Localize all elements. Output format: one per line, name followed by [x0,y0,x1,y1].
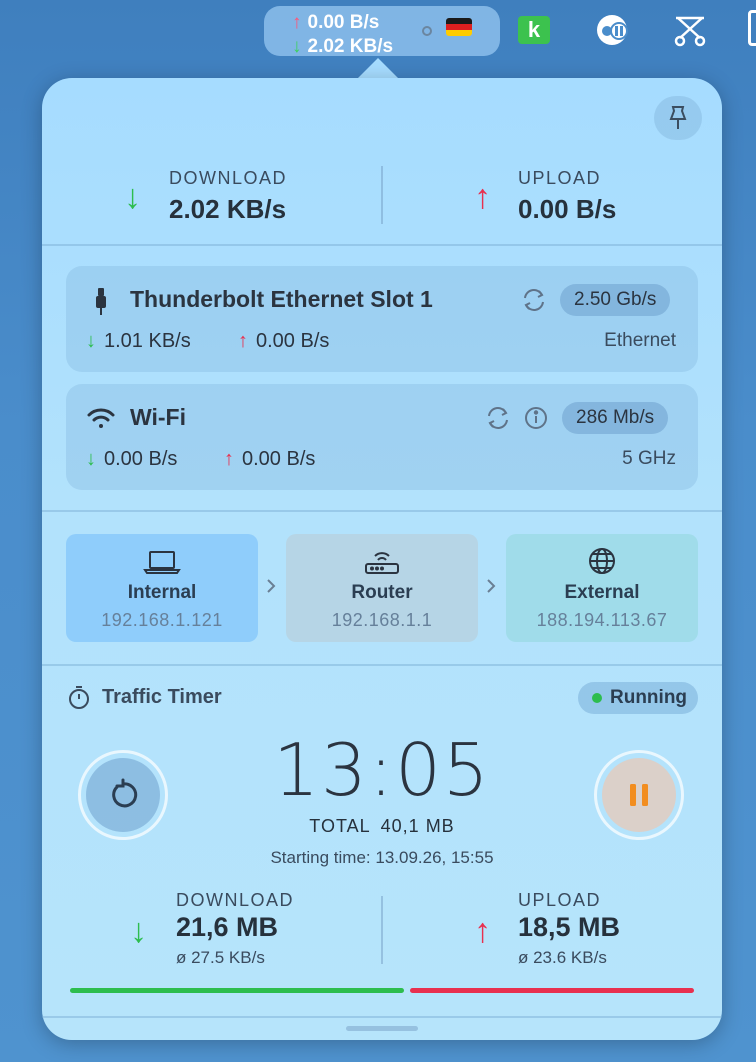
ethernet-cable-icon [86,286,116,316]
path-node-ip: 188.194.113.67 [536,610,668,630]
pin-button[interactable] [654,96,702,140]
menu-bar: ↑ 0.00 B/s ↓ 2.02 KB/s k [0,0,756,60]
summary-divider [381,166,383,224]
interface-upload-rate: ↑ 0.00 B/s [238,330,330,352]
chevron-right-icon [264,576,278,596]
timer-divider [381,896,383,964]
timer-upload-average: ø 23.6 KB/s [518,948,607,967]
start-time: Starting time: 13.09.26, 15:55 [270,848,494,867]
status-ring-icon [422,26,432,36]
running-dot-icon [592,693,602,703]
interface-name: Thunderbolt Ethernet Slot 1 [130,286,433,312]
status-badge: Running [578,682,698,714]
download-speed: 2.02 KB/s [169,194,287,224]
path-node-label: Internal [127,582,197,603]
path-node-label: Router [351,582,413,603]
section-divider [42,1016,722,1018]
upload-arrow-icon: ↑ [474,912,491,950]
download-arrow-icon: ↓ [124,178,141,216]
interface-card-wifi[interactable]: Wi-Fi 286 Mb/s ↓ 0.00 B/s ↑ 0.00 B/s 5 GHz [66,384,698,490]
menubar-download-rate: ↓ 2.02 KB/s [292,36,394,57]
section-divider [42,510,722,512]
interface-card-ethernet[interactable]: Thunderbolt Ethernet Slot 1 2.50 Gb/s ↓ 1… [66,266,698,372]
upload-label: UPLOAD [518,168,602,188]
k-app-icon[interactable]: k [518,16,550,44]
refresh-icon[interactable] [520,286,548,314]
interface-download-rate: ↓ 1.01 KB/s [86,330,191,352]
resize-handle[interactable] [346,1026,418,1031]
interface-upload-rate: ↑ 0.00 B/s [224,448,316,470]
path-node-ip: 192.168.1.121 [101,610,223,630]
info-icon[interactable] [522,404,550,432]
vpn-icon[interactable] [594,12,630,48]
scissors-tool-icon[interactable] [672,12,708,48]
interface-name: Wi-Fi [130,404,186,430]
menubar-upload-rate: ↑ 0.00 B/s [292,12,380,33]
menubar-edge-icon[interactable] [748,10,756,46]
path-node-label: External [564,582,640,603]
link-speed-badge: 2.50 Gb/s [560,284,671,316]
interface-type: Ethernet [604,330,676,351]
path-node-external[interactable]: External 188.194.113.67 [506,534,698,642]
section-divider [42,664,722,666]
section-divider [42,244,722,246]
interface-download-rate: ↓ 0.00 B/s [86,448,178,470]
timer-download-total: 21,6 MB [176,912,279,942]
path-node-router[interactable]: Router 192.168.1.1 [286,534,478,642]
download-label: DOWNLOAD [169,168,288,188]
pin-icon [669,106,687,129]
flag-germany-icon[interactable] [446,18,472,36]
pause-icon [630,784,648,806]
network-popover: ↓ DOWNLOAD 2.02 KB/s ↑ UPLOAD 0.00 B/s T… [42,78,722,1040]
chevron-right-icon [484,576,498,596]
timer-download-label: DOWNLOAD [176,890,295,910]
download-arrow-icon: ↓ [292,36,302,57]
interface-type: 5 GHz [622,448,676,469]
upload-speed: 0.00 B/s [518,194,617,224]
timer-upload-total: 18,5 MB [518,912,621,942]
timer-upload-label: UPLOAD [518,890,602,910]
download-arrow-icon: ↓ [130,912,147,950]
globe-icon [582,544,622,578]
download-share-bar [70,988,404,993]
laptop-icon [142,544,182,578]
path-node-ip: 192.168.1.1 [331,610,433,630]
stopwatch-icon [66,684,92,710]
timer-title: Traffic Timer [102,686,222,708]
timer-download-average: ø 27.5 KB/s [176,948,265,967]
upload-arrow-icon: ↑ [474,178,491,216]
path-node-internal[interactable]: Internal 192.168.1.121 [66,534,258,642]
upload-share-bar [410,988,694,993]
refresh-icon[interactable] [484,404,512,432]
popover-caret [356,58,400,80]
link-speed-badge: 286 Mb/s [562,402,669,434]
upload-arrow-icon: ↑ [292,12,302,33]
wifi-icon [86,404,116,434]
pause-timer-button[interactable] [594,750,684,840]
router-icon [362,544,402,578]
